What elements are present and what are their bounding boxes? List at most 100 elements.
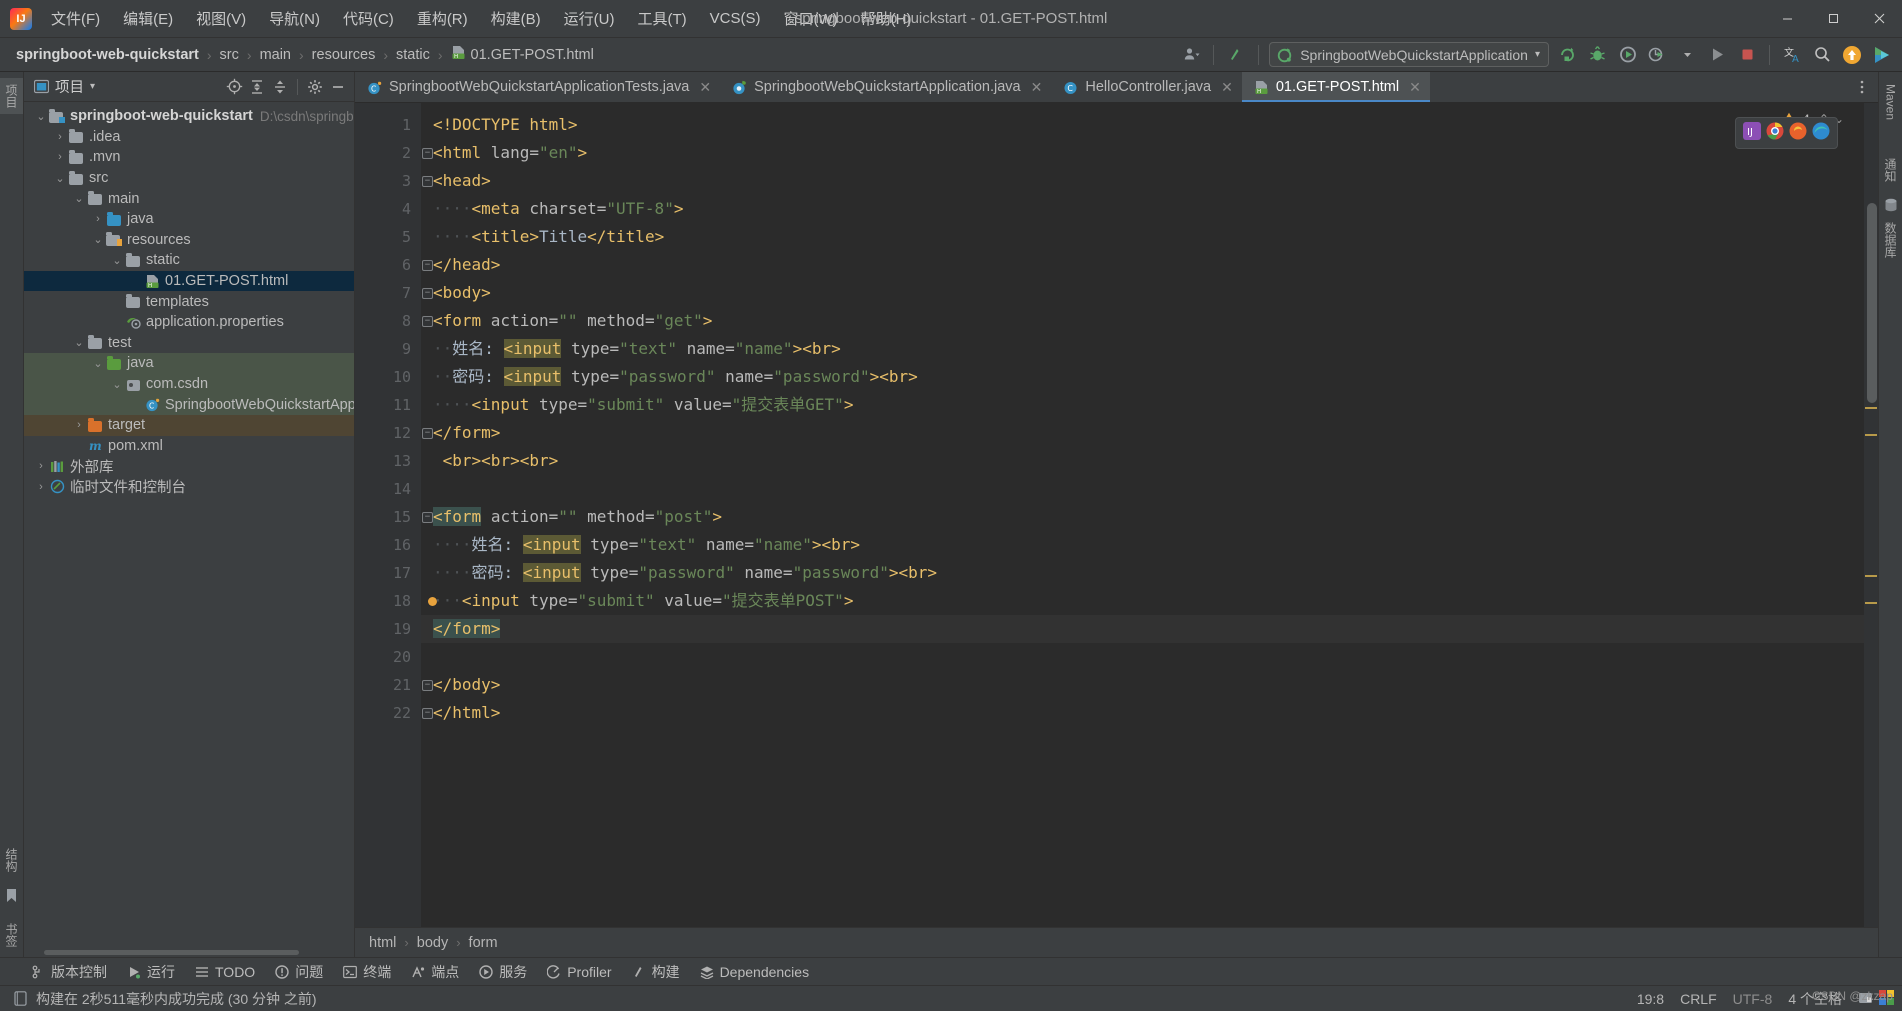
code-line[interactable]: ····姓名: <input type="text" name="name"><… — [421, 531, 1864, 559]
line-number[interactable]: 22− — [355, 699, 433, 727]
debug-icon[interactable] — [1585, 43, 1609, 67]
tool-profiler[interactable]: Profiler — [538, 961, 620, 983]
tool-services[interactable]: 服务 — [470, 959, 536, 985]
code-line[interactable]: ····<meta charset="UTF-8"> — [421, 195, 1864, 223]
chevron-down-icon[interactable]: ⌄ — [72, 192, 86, 205]
tree-node-pom.xml[interactable]: m pom.xml — [24, 436, 354, 457]
tree-node-springboot-web-quickstart[interactable]: ⌄ springboot-web-quickstart D:\csdn\spring… — [24, 106, 354, 127]
menu-refactor[interactable]: 重构(R) — [406, 4, 479, 33]
editor-tab-hellocontroller.java[interactable]: C HelloController.java ✕ — [1051, 72, 1241, 102]
line-number[interactable]: 1 — [355, 111, 421, 139]
tree-node-01.get-post.html[interactable]: H 01.GET-POST.html — [24, 270, 354, 292]
tree-node-test[interactable]: ⌄ test — [24, 333, 354, 354]
menu-build[interactable]: 构建(B) — [480, 4, 552, 33]
search-icon[interactable] — [1810, 43, 1834, 67]
line-separator[interactable]: CRLF — [1680, 991, 1717, 1007]
chevron-down-icon[interactable]: ⌄ — [34, 110, 48, 123]
strip-tab-database[interactable]: 数据库 — [1879, 216, 1902, 264]
menu-window[interactable]: 窗口(W) — [772, 4, 848, 33]
warning-stripe-3[interactable] — [1865, 575, 1877, 577]
tree-node-.idea[interactable]: › .idea — [24, 127, 354, 148]
run-configuration-selector[interactable]: SpringbootWebQuickstartApplication ▾ — [1269, 42, 1549, 67]
chevron-down-icon[interactable]: ▾ — [90, 81, 95, 92]
line-number[interactable]: 5 — [355, 223, 421, 251]
line-number[interactable]: 19− — [355, 615, 433, 643]
line-number[interactable]: 7− — [355, 279, 433, 307]
scroll-from-source-icon[interactable] — [224, 77, 244, 97]
chevron-right-icon[interactable]: › — [34, 460, 48, 472]
chevron-right-icon[interactable]: › — [53, 131, 67, 143]
chevron-down-icon[interactable]: ⌄ — [110, 254, 124, 267]
tree-node-[interactable]: › 外部库 — [24, 456, 354, 477]
expand-all-icon[interactable] — [247, 77, 267, 97]
menu-navigate[interactable]: 导航(N) — [258, 4, 331, 33]
menu-edit[interactable]: 编辑(E) — [112, 4, 184, 33]
tree-node-com.csdn[interactable]: ⌄ com.csdn — [24, 373, 354, 395]
chevron-down-icon[interactable]: ⌄ — [91, 233, 105, 246]
tool-endpoints[interactable]: 端点 — [402, 959, 468, 985]
line-number[interactable]: 13 — [355, 447, 421, 475]
chevron-right-icon[interactable]: › — [53, 151, 67, 163]
code-line[interactable]: <html lang="en"> — [421, 139, 1864, 167]
code-line[interactable]: ····<input type="submit" value="提交表单GET"… — [421, 391, 1864, 419]
editor-vertical-scrollbar[interactable] — [1867, 203, 1877, 403]
line-number[interactable]: 8− — [355, 307, 433, 335]
run-with-coverage-icon[interactable] — [1615, 43, 1639, 67]
close-icon[interactable]: ✕ — [1221, 79, 1233, 96]
warning-stripe-2[interactable] — [1865, 434, 1877, 436]
stop-icon[interactable] — [1735, 43, 1759, 67]
code-line[interactable]: </html> — [421, 699, 1864, 727]
strip-tab-bookmarks[interactable]: 书签 — [0, 917, 23, 953]
code-line[interactable]: <!DOCTYPE html> — [421, 111, 1864, 139]
chevron-down-icon[interactable]: ⌄ — [91, 357, 105, 370]
code-line[interactable] — [421, 475, 1864, 503]
tool-run[interactable]: 运行 — [118, 959, 184, 985]
code-line[interactable]: </form> — [421, 615, 1864, 643]
code-line[interactable]: </body> — [421, 671, 1864, 699]
editor-breadcrumb-html[interactable]: html — [369, 935, 396, 951]
editor-breadcrumb-form[interactable]: form — [469, 935, 498, 951]
tool-build[interactable]: 构建 — [623, 959, 689, 985]
file-encoding[interactable]: UTF-8 — [1733, 991, 1773, 1007]
line-number[interactable]: 9 — [355, 335, 421, 363]
strip-tab-notifications[interactable]: 通知 — [1879, 152, 1902, 188]
chevron-down-toolbar-icon[interactable] — [1675, 43, 1699, 67]
tree-node-src[interactable]: ⌄ src — [24, 168, 354, 189]
code-line[interactable]: ····密码: <input type="password" name="pas… — [421, 559, 1864, 587]
tree-node-java[interactable]: ⌄ java — [24, 353, 354, 374]
line-number[interactable]: 18 — [355, 587, 437, 615]
breadcrumb-item-src[interactable]: src — [216, 45, 243, 65]
tool-dependencies[interactable]: Dependencies — [691, 961, 819, 983]
tree-node-static[interactable]: ⌄ static — [24, 250, 354, 271]
chrome-browser-icon[interactable] — [1766, 122, 1784, 144]
update-available-icon[interactable] — [1840, 43, 1864, 67]
project-tree[interactable]: ⌄ springboot-web-quickstart D:\csdn\spring… — [24, 102, 354, 957]
code-line[interactable]: </form> — [421, 419, 1864, 447]
tree-node-.mvn[interactable]: › .mvn — [24, 147, 354, 168]
maximize-button[interactable] — [1810, 0, 1856, 38]
code-line[interactable]: </head> — [421, 251, 1864, 279]
menu-tools[interactable]: 工具(T) — [626, 4, 697, 33]
tree-node-resources[interactable]: ⌄ resources — [24, 230, 354, 251]
code-line[interactable]: ···<input type="submit" value="提交表单POST"… — [421, 587, 1864, 615]
line-number[interactable]: 6− — [355, 251, 433, 279]
edge-browser-icon[interactable] — [1812, 122, 1830, 144]
line-number[interactable]: 17 — [355, 559, 421, 587]
close-icon[interactable]: ✕ — [1031, 79, 1043, 96]
tree-node-target[interactable]: › target — [24, 414, 354, 436]
tree-node-application.properties[interactable]: application.properties — [24, 312, 354, 333]
editor-tab-options[interactable] — [1854, 72, 1878, 102]
hide-panel-icon[interactable] — [328, 77, 348, 97]
line-number[interactable]: 10 — [355, 363, 421, 391]
code-content[interactable]: <!DOCTYPE html> <html lang="en"> <head> ···… — [421, 103, 1864, 927]
user-account-icon[interactable] — [1179, 43, 1203, 67]
line-number[interactable]: 12− — [355, 419, 433, 447]
close-button[interactable] — [1856, 0, 1902, 38]
line-number[interactable]: 16 — [355, 531, 421, 559]
menu-code[interactable]: 代码(C) — [332, 4, 405, 33]
chevron-down-icon[interactable]: ⌄ — [72, 336, 86, 349]
warning-stripe-1[interactable] — [1865, 407, 1877, 409]
tool-todo[interactable]: TODO — [186, 961, 264, 983]
code-line[interactable]: <head> — [421, 167, 1864, 195]
tool-terminal[interactable]: 终端 — [334, 959, 400, 985]
